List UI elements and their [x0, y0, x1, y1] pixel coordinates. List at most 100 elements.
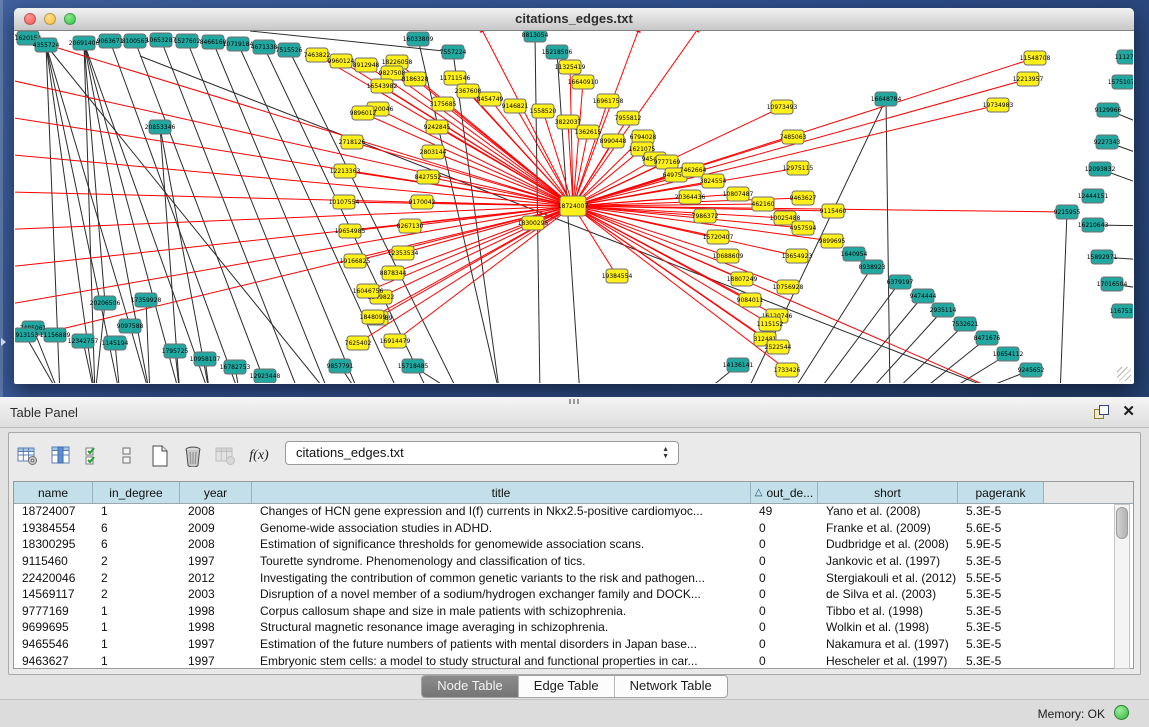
- cell-name[interactable]: 14569117: [14, 586, 93, 603]
- cell-in-degree[interactable]: 1: [93, 503, 180, 520]
- cell-short[interactable]: Tibbo et al. (1998): [818, 603, 958, 620]
- cell-year[interactable]: 1997: [180, 636, 252, 653]
- graph-edge[interactable]: [146, 300, 150, 383]
- cell-out-degree[interactable]: 0: [751, 652, 818, 668]
- table-row[interactable]: 2242004622012Investigating the contribut…: [14, 569, 1133, 586]
- cell-year[interactable]: 2008: [180, 503, 252, 520]
- cell-year[interactable]: 1997: [180, 553, 252, 570]
- cell-name[interactable]: 22420046: [14, 569, 93, 586]
- cell-name[interactable]: 18300295: [14, 536, 93, 553]
- cell-in-degree[interactable]: 1: [93, 619, 180, 636]
- cell-name[interactable]: 9777169: [14, 603, 93, 620]
- cell-in-degree[interactable]: 2: [93, 553, 180, 570]
- panel-collapse-arrow-icon[interactable]: [1, 338, 6, 346]
- cell-pagerank[interactable]: 5.9E-5: [958, 536, 1044, 553]
- row-height-icon[interactable]: [114, 442, 140, 470]
- cell-pagerank[interactable]: 5.3E-5: [958, 553, 1044, 570]
- graph-edge[interactable]: [443, 104, 573, 206]
- cell-pagerank[interactable]: 5.5E-5: [958, 569, 1044, 586]
- table-row[interactable]: 946554611997Estimation of the future num…: [14, 636, 1133, 653]
- tab-network-table[interactable]: Network Table: [615, 676, 727, 697]
- cell-year[interactable]: 1998: [180, 619, 252, 636]
- cell-out-degree[interactable]: 0: [751, 569, 818, 586]
- cell-title[interactable]: Changes of HCN gene expression and I(f) …: [252, 503, 751, 520]
- table-row[interactable]: 911546021997Tourette syndrome. Phenomeno…: [14, 553, 1133, 570]
- cell-title[interactable]: Structural magnetic resonance image aver…: [252, 619, 751, 636]
- graph-edge[interactable]: [557, 52, 580, 383]
- cell-name[interactable]: 19384554: [14, 520, 93, 537]
- cell-short[interactable]: Stergiakouli et al. (2012): [818, 569, 958, 586]
- memory-ok-indicator[interactable]: [1114, 705, 1129, 720]
- cell-name[interactable]: 9115460: [14, 553, 93, 570]
- graph-edge[interactable]: [815, 282, 900, 383]
- graph-edge[interactable]: [363, 113, 573, 206]
- function-builder-icon[interactable]: f(x): [246, 442, 272, 470]
- cell-in-degree[interactable]: 1: [93, 603, 180, 620]
- cell-out-degree[interactable]: 0: [751, 520, 818, 537]
- graph-edge[interactable]: [840, 296, 923, 383]
- cell-title[interactable]: Estimation of the future numbers of pati…: [252, 636, 751, 653]
- column-header-in-degree[interactable]: in_degree: [93, 482, 180, 503]
- table-row[interactable]: 1830029562008Estimation of significance …: [14, 536, 1133, 553]
- column-header-short[interactable]: short: [818, 482, 958, 503]
- cell-in-degree[interactable]: 2: [93, 586, 180, 603]
- cell-pagerank[interactable]: 5.3E-5: [958, 503, 1044, 520]
- table-row[interactable]: 1872400712008Changes of HCN gene express…: [14, 503, 1133, 520]
- window-resize-grip[interactable]: [1117, 367, 1131, 381]
- cell-pagerank[interactable]: 5.3E-5: [958, 652, 1044, 668]
- table-row[interactable]: 977716911998Corpus callosum shape and si…: [14, 603, 1133, 620]
- cell-out-degree[interactable]: 0: [751, 536, 818, 553]
- cell-out-degree[interactable]: 0: [751, 586, 818, 603]
- network-window[interactable]: citations_edges.txt 18724007162015443557…: [14, 8, 1134, 384]
- network-canvas[interactable]: 1872400716201544355724206914069063671810…: [15, 31, 1133, 383]
- cell-name[interactable]: 9465546: [14, 636, 93, 653]
- graph-edge[interactable]: [15, 111, 573, 206]
- select-attributes-icon[interactable]: [81, 442, 107, 470]
- column-header-pagerank[interactable]: pagerank: [958, 482, 1044, 503]
- cell-name[interactable]: 18724007: [14, 503, 93, 520]
- tab-node-table[interactable]: Node Table: [422, 676, 519, 697]
- tab-edge-table[interactable]: Edge Table: [519, 676, 615, 697]
- cell-in-degree[interactable]: 6: [93, 536, 180, 553]
- scrollbar-thumb[interactable]: [1116, 507, 1128, 539]
- cell-in-degree[interactable]: 1: [93, 636, 180, 653]
- cell-title[interactable]: Embryonic stem cells: a model to study s…: [252, 652, 751, 668]
- splitter-handle[interactable]: [569, 399, 581, 404]
- cell-title[interactable]: Estimation of significance thresholds fo…: [252, 536, 751, 553]
- cell-pagerank[interactable]: 5.3E-5: [958, 586, 1044, 603]
- citation-graph[interactable]: 1872400716201544355724206914069063671810…: [15, 31, 1133, 383]
- float-window-icon[interactable]: [1094, 405, 1109, 418]
- cell-short[interactable]: Jankovic et al. (1997): [818, 553, 958, 570]
- close-icon[interactable]: ✕: [1122, 402, 1135, 420]
- column-header-out-degree[interactable]: △out_de...: [751, 482, 818, 503]
- graph-edge[interactable]: [1060, 212, 1067, 383]
- cell-short[interactable]: Hescheler et al. (1997): [818, 652, 958, 668]
- cell-short[interactable]: Wolkin et al. (1998): [818, 619, 958, 636]
- cell-pagerank[interactable]: 5.3E-5: [958, 619, 1044, 636]
- cell-name[interactable]: 9463627: [14, 652, 93, 668]
- window-titlebar[interactable]: citations_edges.txt: [14, 8, 1134, 31]
- cell-title[interactable]: Corpus callosum shape and size in male p…: [252, 603, 751, 620]
- cell-in-degree[interactable]: 2: [93, 569, 180, 586]
- cell-out-degree[interactable]: 0: [751, 603, 818, 620]
- cell-year[interactable]: 2009: [180, 520, 252, 537]
- cell-out-degree[interactable]: 49: [751, 503, 818, 520]
- cell-year[interactable]: 2008: [180, 536, 252, 553]
- cell-year[interactable]: 1998: [180, 603, 252, 620]
- cell-name[interactable]: 9699695: [14, 619, 93, 636]
- cell-out-degree[interactable]: 0: [751, 619, 818, 636]
- graph-edge[interactable]: [15, 151, 573, 206]
- graph-edge[interactable]: [187, 41, 330, 383]
- cell-short[interactable]: Yano et al. (2008): [818, 503, 958, 520]
- table-row[interactable]: 1938455462009Genome-wide association stu…: [14, 520, 1133, 537]
- graph-edge[interactable]: [573, 82, 583, 206]
- cell-out-degree[interactable]: 0: [751, 553, 818, 570]
- column-header-name[interactable]: name: [14, 482, 93, 503]
- cell-in-degree[interactable]: 6: [93, 520, 180, 537]
- table-settings-icon[interactable]: [15, 442, 41, 470]
- graph-edge[interactable]: [865, 310, 943, 383]
- cell-out-degree[interactable]: 0: [751, 636, 818, 653]
- new-document-icon[interactable]: [147, 442, 173, 470]
- cell-year[interactable]: 2003: [180, 586, 252, 603]
- cell-title[interactable]: Investigating the contribution of common…: [252, 569, 751, 586]
